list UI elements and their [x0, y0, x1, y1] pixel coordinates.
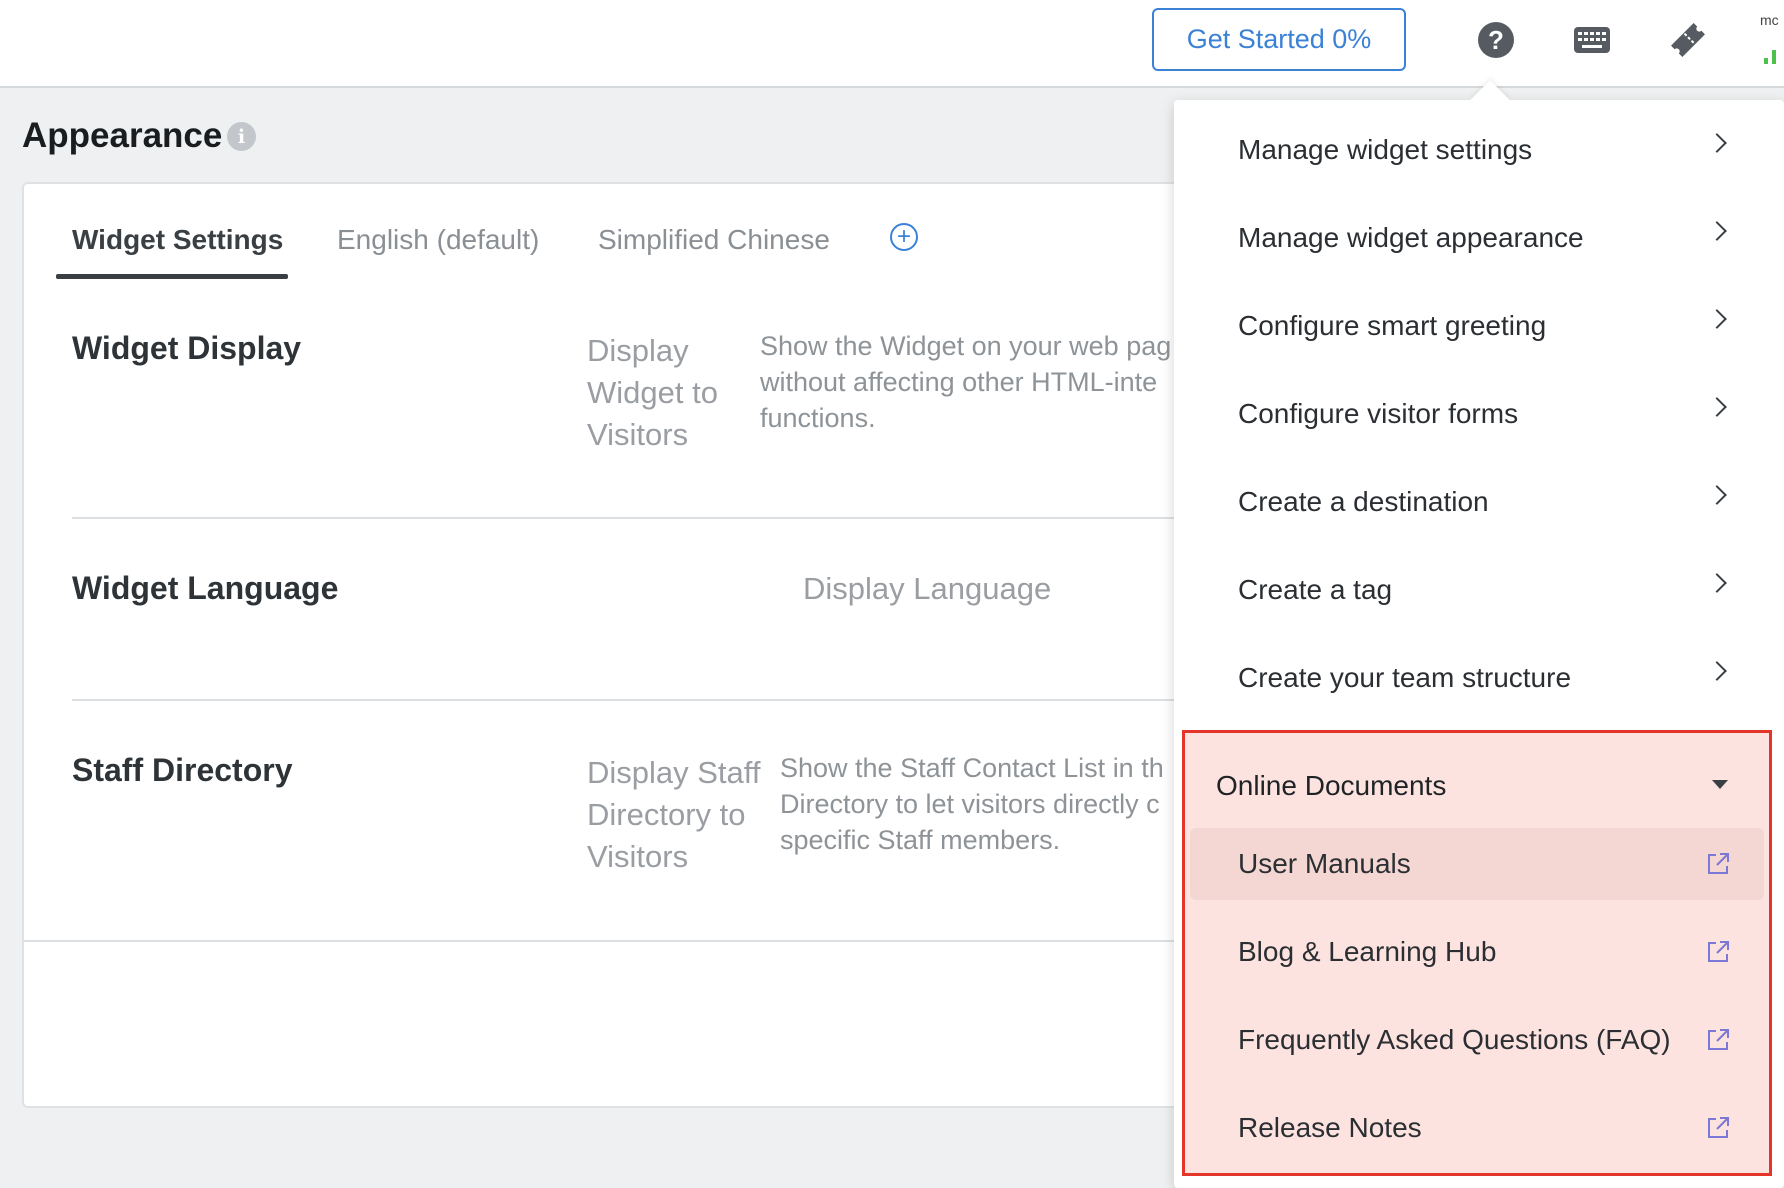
page-title: Appearance: [22, 116, 223, 155]
caret-down-icon: [1712, 780, 1728, 789]
doc-link-label: Frequently Asked Questions (FAQ): [1238, 1024, 1671, 1055]
widget-language-title: Widget Language: [72, 570, 339, 606]
desc-line: without affecting other HTML-inte: [760, 367, 1158, 397]
menu-item-label: Create a tag: [1238, 574, 1393, 605]
doc-link-label: User Manuals: [1238, 848, 1411, 879]
menu-item-manage-widget-appearance[interactable]: Manage widget appearance: [1174, 194, 1784, 282]
menu-item-manage-widget-settings[interactable]: Manage widget settings: [1174, 106, 1784, 194]
add-language-icon[interactable]: +: [890, 223, 918, 251]
menu-item-label: Create your team structure: [1238, 662, 1572, 693]
ticket-svg: [1671, 23, 1705, 57]
online-documents-toggle[interactable]: Online Documents: [1186, 746, 1768, 826]
chevron-right-icon: [1707, 661, 1727, 681]
settings-card: [22, 182, 1222, 1108]
chevron-right-icon: [1707, 221, 1727, 241]
menu-item-create-tag[interactable]: Create a tag: [1174, 546, 1784, 634]
ticket-icon[interactable]: [1666, 18, 1710, 62]
get-started-button[interactable]: Get Started 0%: [1152, 8, 1406, 71]
label-line: Widget to: [587, 375, 718, 410]
menu-item-configure-smart-greeting[interactable]: Configure smart greeting: [1174, 282, 1784, 370]
staff-directory-description: Show the Staff Contact List in th Direct…: [780, 750, 1164, 858]
external-link-icon: [1708, 1117, 1729, 1138]
menu-item-label: Manage widget appearance: [1238, 222, 1584, 253]
chevron-right-icon: [1707, 309, 1727, 329]
question-mark-glyph: ?: [1478, 22, 1514, 58]
external-link-icon: [1708, 1029, 1729, 1050]
widget-display-title: Widget Display: [72, 330, 302, 366]
section-divider: [22, 940, 1222, 942]
desc-line: specific Staff members.: [780, 825, 1061, 855]
signal-icon: [1764, 50, 1776, 64]
menu-item-label: Manage widget settings: [1238, 134, 1533, 165]
chevron-right-icon: [1707, 397, 1727, 417]
label-line: Visitors: [587, 839, 689, 874]
menu-item-label: Create a destination: [1238, 486, 1489, 517]
desc-line: functions.: [760, 403, 876, 433]
doc-link-blog-learning-hub[interactable]: Blog & Learning Hub: [1190, 916, 1764, 988]
external-link-icon: [1708, 941, 1729, 962]
display-widget-description: Show the Widget on your web pag without …: [760, 328, 1171, 436]
keyboard-icon[interactable]: [1570, 18, 1614, 62]
menu-item-configure-visitor-forms[interactable]: Configure visitor forms: [1174, 370, 1784, 458]
tab-simplified-chinese[interactable]: Simplified Chinese: [598, 224, 830, 256]
staff-directory-title: Staff Directory: [72, 752, 293, 788]
menu-item-create-team-structure[interactable]: Create your team structure: [1174, 634, 1784, 722]
label-line: Display Staff: [587, 755, 761, 790]
keyboard-svg: [1574, 27, 1610, 53]
info-icon[interactable]: i: [227, 122, 256, 151]
desc-line: Directory to let visitors directly c: [780, 789, 1160, 819]
display-widget-label: Display Widget to Visitors: [587, 330, 718, 456]
doc-link-faq[interactable]: Frequently Asked Questions (FAQ): [1190, 1004, 1764, 1076]
menu-item-label: Configure smart greeting: [1238, 310, 1547, 341]
display-staff-directory-label: Display Staff Directory to Visitors: [587, 752, 760, 878]
doc-link-label: Blog & Learning Hub: [1238, 936, 1497, 967]
user-initials[interactable]: mc: [1760, 12, 1779, 28]
chevron-right-icon: [1707, 133, 1727, 153]
doc-link-user-manuals[interactable]: User Manuals: [1190, 828, 1764, 900]
menu-item-label: Configure visitor forms: [1238, 398, 1519, 429]
external-link-icon: [1708, 853, 1729, 874]
group-title: Online Documents: [1216, 770, 1447, 801]
top-bar: Get Started 0% ? mc: [0, 0, 1784, 88]
help-icon[interactable]: ?: [1474, 18, 1518, 62]
chevron-right-icon: [1707, 573, 1727, 593]
label-line: Visitors: [587, 417, 689, 452]
label-line: Directory to: [587, 797, 746, 832]
desc-line: Show the Widget on your web pag: [760, 331, 1172, 361]
chevron-right-icon: [1707, 485, 1727, 505]
tab-widget-settings[interactable]: Widget Settings: [72, 224, 283, 256]
doc-link-release-notes[interactable]: Release Notes: [1190, 1092, 1764, 1164]
section-divider: [72, 699, 1222, 701]
display-language-label: Display Language: [803, 571, 1052, 606]
active-tab-indicator: [56, 274, 288, 279]
menu-item-create-destination[interactable]: Create a destination: [1174, 458, 1784, 546]
doc-link-label: Release Notes: [1238, 1112, 1422, 1143]
section-divider: [72, 517, 1222, 519]
tab-english-default[interactable]: English (default): [337, 224, 539, 256]
desc-line: Show the Staff Contact List in th: [780, 753, 1164, 783]
label-line: Display: [587, 333, 689, 368]
